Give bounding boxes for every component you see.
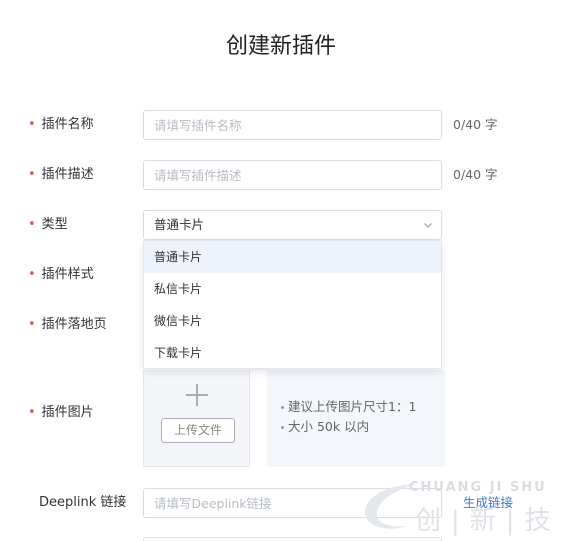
dropdown-option-wechat[interactable]: 微信卡片 <box>144 305 441 337</box>
image-tip-filesize: 大小 50k 以内 <box>281 416 369 435</box>
required-mark: • <box>28 405 36 420</box>
image-tip-size: 建议上传图片尺寸1：1 <box>281 396 416 415</box>
type-select[interactable]: 普通卡片 <box>143 210 442 240</box>
image-tip-filesize-text: 大小 50k 以内 <box>288 419 370 434</box>
required-mark: • <box>28 117 36 132</box>
desc-counter: 0/40 字 <box>453 167 498 182</box>
name-input[interactable] <box>143 110 442 140</box>
desc-label: • 插件描述 <box>28 160 94 190</box>
required-mark: • <box>28 217 36 232</box>
image-tips: 建议上传图片尺寸1：1 大小 50k 以内 <box>267 370 445 467</box>
style-label: • 插件样式 <box>28 260 94 290</box>
dropdown-option-private[interactable]: 私信卡片 <box>144 273 441 305</box>
bullet-icon <box>281 406 284 409</box>
upload-file-button[interactable]: 上传文件 <box>161 418 235 443</box>
desc-label-text: 插件描述 <box>41 167 94 182</box>
page-title: 创建新插件 <box>225 34 336 59</box>
form-row-deeplink: Deeplink 链接 生成链接 <box>0 488 562 518</box>
image-upload-area[interactable]: 上传文件 <box>143 370 250 467</box>
form-row-type: • 类型 普通卡片 <box>0 210 562 240</box>
dropdown-option-download[interactable]: 下载卡片 <box>144 337 441 369</box>
style-label-text: 插件样式 <box>41 267 94 282</box>
type-dropdown: 普通卡片 私信卡片 微信卡片 下载卡片 <box>143 240 442 369</box>
required-mark: • <box>28 167 36 182</box>
type-select-value: 普通卡片 <box>154 217 205 232</box>
landing-label: • 插件落地页 <box>28 310 107 340</box>
plus-icon <box>186 384 208 406</box>
desc-input[interactable] <box>143 160 442 190</box>
image-label: • 插件图片 <box>28 398 94 428</box>
chevron-down-icon <box>424 223 432 228</box>
name-label: • 插件名称 <box>28 110 94 140</box>
deeplink-label: Deeplink 链接 <box>39 495 127 510</box>
bullet-icon <box>281 426 284 429</box>
form-row-name: • 插件名称 0/40 字 <box>0 110 562 140</box>
type-label: • 类型 <box>28 210 68 240</box>
form-row-desc: • 插件描述 0/40 字 <box>0 160 562 190</box>
image-tip-size-text: 建议上传图片尺寸1：1 <box>288 399 417 414</box>
required-mark: • <box>28 267 36 282</box>
name-counter: 0/40 字 <box>453 117 498 132</box>
dropdown-option-normal[interactable]: 普通卡片 <box>144 241 441 273</box>
generate-link-button[interactable]: 生成链接 <box>463 488 513 518</box>
name-label-text: 插件名称 <box>41 117 94 132</box>
landing-label-text: 插件落地页 <box>41 317 107 332</box>
required-mark: • <box>28 317 36 332</box>
type-label-text: 类型 <box>41 217 68 232</box>
next-field-input[interactable] <box>143 537 442 541</box>
image-label-text: 插件图片 <box>41 405 94 420</box>
deeplink-input[interactable] <box>143 488 442 518</box>
